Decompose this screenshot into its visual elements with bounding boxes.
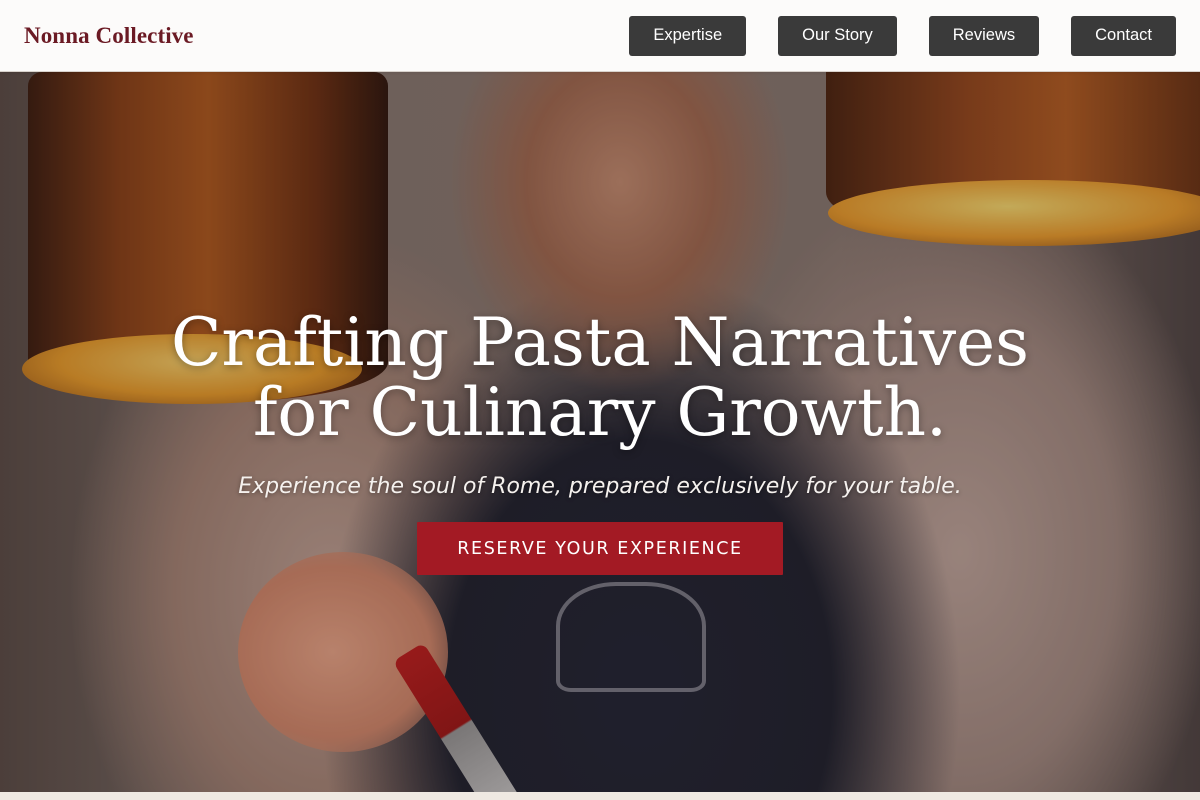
- nav-links: Expertise Our Story Reviews Contact: [629, 15, 1176, 56]
- top-navbar: Nonna Collective Expertise Our Story Rev…: [0, 0, 1200, 72]
- brand-logo[interactable]: Nonna Collective: [24, 23, 194, 49]
- page-bottom-strip: [0, 792, 1200, 800]
- nav-expertise-button[interactable]: Expertise: [629, 15, 747, 56]
- nav-our-story-button[interactable]: Our Story: [778, 15, 897, 56]
- hero-content: Crafting Pasta Narratives for Culinary G…: [0, 72, 1200, 792]
- hero-subheadline: Experience the soul of Rome, prepared ex…: [238, 474, 962, 499]
- hero-headline: Crafting Pasta Narratives for Culinary G…: [170, 304, 1030, 451]
- nav-contact-button[interactable]: Contact: [1071, 15, 1176, 56]
- nav-reviews-button[interactable]: Reviews: [928, 15, 1040, 56]
- reserve-experience-button[interactable]: RESERVE YOUR EXPERIENCE: [417, 522, 783, 575]
